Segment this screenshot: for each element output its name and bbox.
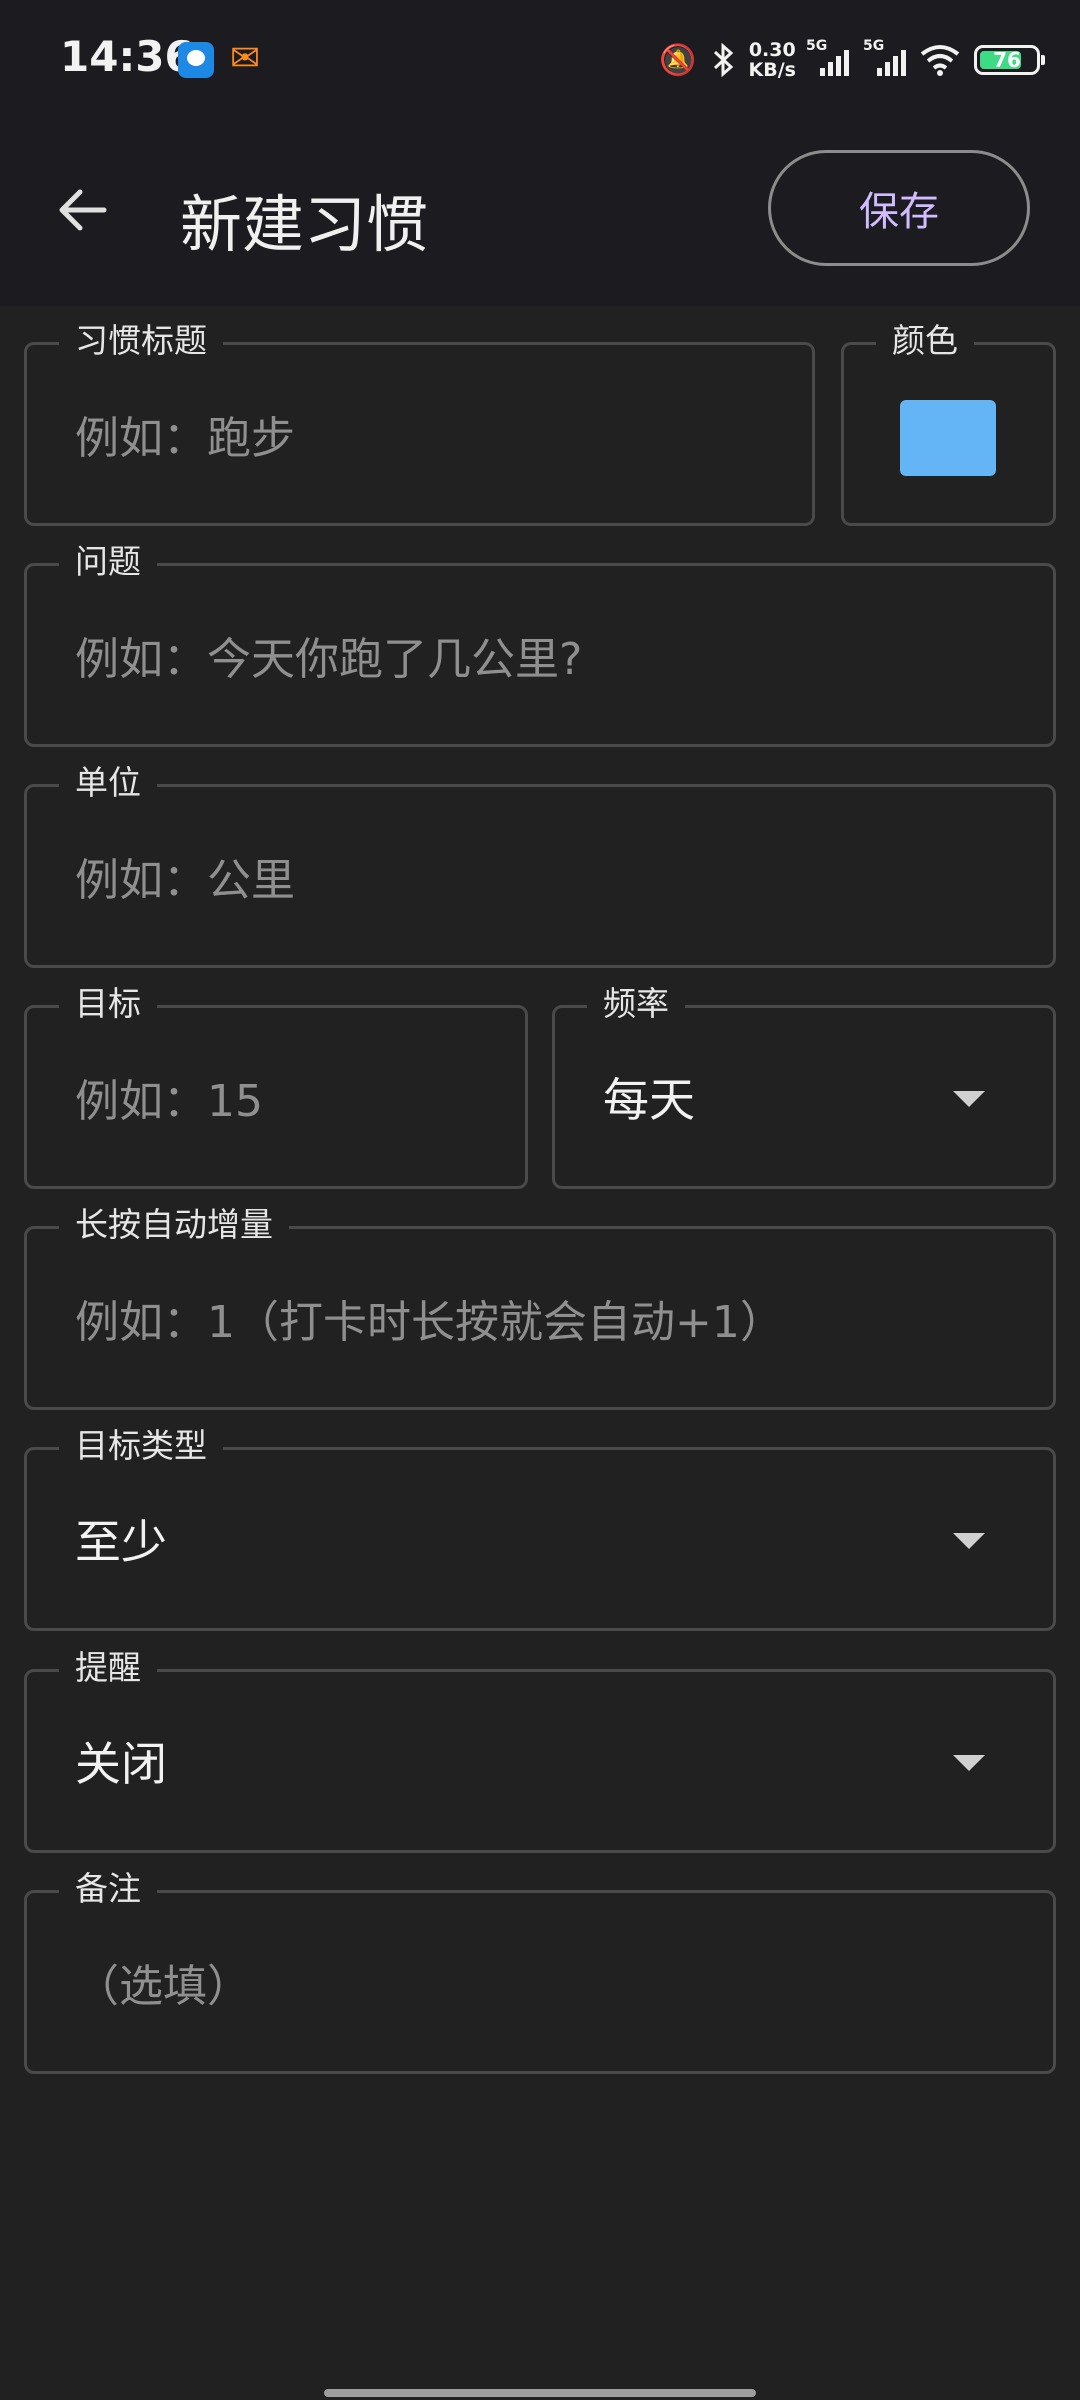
reminder-label: 提醒 — [59, 1646, 157, 1690]
frequency-select[interactable]: 频率 每天 — [552, 982, 1056, 1189]
battery-icon: 76 — [974, 45, 1045, 75]
question-placeholder: 例如：今天你跑了几公里? — [75, 634, 583, 685]
notes-label: 备注 — [59, 1867, 157, 1911]
target-type-select[interactable]: 目标类型 至少 — [24, 1424, 1056, 1631]
question-field[interactable]: 问题 例如：今天你跑了几公里? — [24, 540, 1056, 747]
unit-placeholder: 例如：公里 — [75, 855, 295, 906]
battery-percent: 76 — [993, 48, 1021, 72]
color-label: 颜色 — [876, 319, 974, 363]
app-bar: 新建习惯 保存 — [0, 120, 1080, 306]
status-bar: 14:36 ✉ 🔕 0.30 KB/s 5G 5G 76 — [0, 0, 1080, 120]
reminder-select[interactable]: 提醒 关闭 — [24, 1646, 1056, 1853]
arrow-left-icon[interactable] — [52, 180, 112, 240]
habit-title-field[interactable]: 习惯标题 例如：跑步 — [24, 319, 815, 526]
save-button[interactable]: 保存 — [768, 150, 1030, 266]
habit-title-label: 习惯标题 — [59, 319, 223, 363]
long-press-increment-placeholder: 例如：1（打卡时长按就会自动+1） — [75, 1297, 784, 1348]
color-picker[interactable]: 颜色 — [841, 319, 1056, 526]
sim2-tag: 5G — [863, 38, 885, 54]
long-press-increment-field[interactable]: 长按自动增量 例如：1（打卡时长按就会自动+1） — [24, 1203, 1056, 1410]
app-notification-icon — [178, 42, 214, 78]
unit-field[interactable]: 单位 例如：公里 — [24, 761, 1056, 968]
wifi-icon — [920, 45, 960, 76]
home-indicator[interactable] — [324, 2389, 756, 2397]
signal-icon-2: 5G — [863, 38, 906, 76]
bluetooth-icon — [713, 43, 733, 77]
notes-placeholder: （选填） — [75, 1961, 251, 2012]
net-speed-value: 0.30 — [748, 39, 796, 61]
page-title: 新建习惯 — [180, 188, 429, 261]
target-placeholder: 例如：15 — [75, 1076, 263, 1127]
habit-title-placeholder: 例如：跑步 — [75, 413, 295, 464]
frequency-value: 每天 — [603, 1073, 695, 1127]
color-swatch[interactable] — [900, 400, 996, 476]
signal-icon: 5G — [806, 38, 849, 76]
chevron-down-icon — [953, 1533, 985, 1549]
notes-field[interactable]: 备注 （选填） — [24, 1867, 1056, 2074]
reminder-value: 关闭 — [75, 1737, 167, 1791]
status-time: 14:36 — [60, 32, 194, 81]
sim1-tag: 5G — [806, 38, 828, 54]
bell-off-icon: 🔕 — [659, 42, 697, 78]
chevron-down-icon — [953, 1755, 985, 1771]
net-speed-unit: KB/s — [748, 59, 796, 81]
unit-label: 单位 — [59, 761, 157, 805]
target-field[interactable]: 目标 例如：15 — [24, 982, 528, 1189]
target-type-label: 目标类型 — [59, 1424, 223, 1468]
frequency-label: 频率 — [587, 982, 685, 1026]
target-label: 目标 — [59, 982, 157, 1026]
net-speed: 0.30 KB/s — [749, 40, 796, 80]
app-notification-icon-2: ✉ — [230, 38, 261, 79]
status-icons: 🔕 0.30 KB/s 5G 5G 76 — [659, 36, 1045, 84]
target-type-value: 至少 — [75, 1515, 167, 1569]
chevron-down-icon — [953, 1091, 985, 1107]
question-label: 问题 — [59, 540, 157, 584]
long-press-increment-label: 长按自动增量 — [59, 1203, 289, 1247]
